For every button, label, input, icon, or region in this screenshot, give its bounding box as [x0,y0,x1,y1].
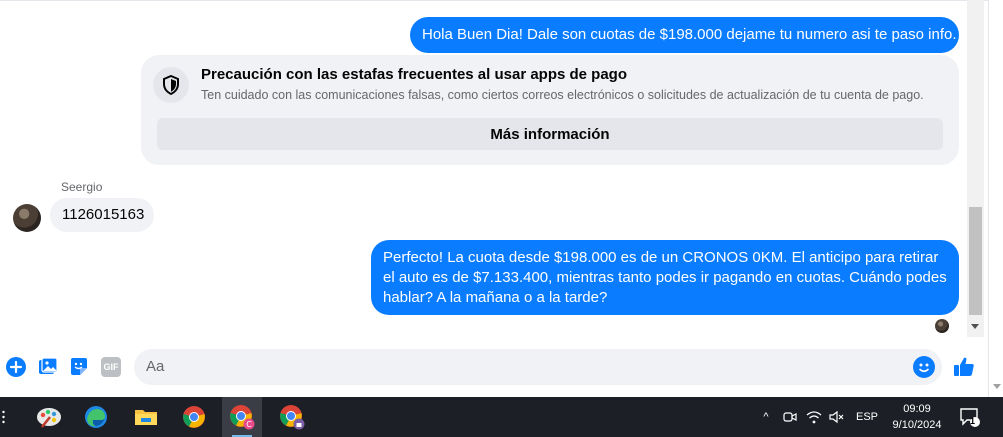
message-input[interactable]: Aa [134,349,942,385]
taskbar-edge-handle[interactable] [2,410,5,424]
notification-center-icon[interactable]: 1 [957,397,983,437]
clock-time: 09:09 [903,403,931,415]
page-scrollbar[interactable] [988,0,1003,397]
warning-title: Precaución con las estafas frecuentes al… [201,66,627,83]
warning-description: Ten cuidado con las comunicaciones falsa… [201,88,924,102]
windows-taskbar: C ^ ESP 09:09 9/10/2024 1 [0,397,1003,437]
scam-warning-card: Precaución con las estafas frecuentes al… [141,55,959,165]
outgoing-message[interactable]: Hola Buen Dia! Dale son cuotas de $198.0… [410,17,959,53]
plus-icon[interactable] [5,356,27,378]
incoming-message[interactable]: 1126015163 [50,198,154,232]
image-icon[interactable] [37,356,59,378]
language-indicator[interactable]: ESP [852,397,882,437]
more-info-button[interactable]: Más información [157,118,943,150]
notification-count: 1 [970,416,976,426]
chat-window: Hola Buen Dia! Dale son cuotas de $198.0… [0,0,1003,397]
tray-chevron-icon[interactable]: ^ [756,397,776,437]
chat-top-divider [0,0,988,5]
gif-label: GIF [101,357,121,377]
paint-icon[interactable] [29,397,69,437]
scrollbar-thumb[interactable] [969,207,982,315]
avatar[interactable] [13,204,41,232]
message-composer: GIF Aa [0,345,988,387]
shield-icon [153,67,189,103]
edge-icon[interactable] [76,397,116,437]
read-receipt-avatar [935,319,949,333]
outgoing-message[interactable]: Perfecto! La cuota desde $198.000 es de … [371,240,959,315]
wifi-icon[interactable] [804,397,824,437]
scroll-down-arrow[interactable] [971,324,979,329]
meet-now-icon[interactable] [780,397,800,437]
emoji-icon[interactable] [913,356,935,378]
chrome-profile-icon[interactable]: C [222,397,262,437]
chrome-icon[interactable] [174,397,214,437]
gif-icon[interactable]: GIF [100,356,122,378]
chat-scrollbar[interactable] [967,0,984,337]
sender-name: Seergio [61,180,103,194]
sticker-icon[interactable] [68,356,90,378]
clock-date: 9/10/2024 [892,419,942,431]
file-explorer-icon[interactable] [126,397,166,437]
like-icon[interactable] [953,356,975,378]
page-scroll-down-arrow[interactable] [993,384,1001,389]
svg-text:C: C [246,420,252,429]
chrome-profile-2-icon[interactable] [272,397,312,437]
volume-muted-icon[interactable] [827,397,847,437]
system-clock[interactable]: 09:09 9/10/2024 [880,401,954,433]
